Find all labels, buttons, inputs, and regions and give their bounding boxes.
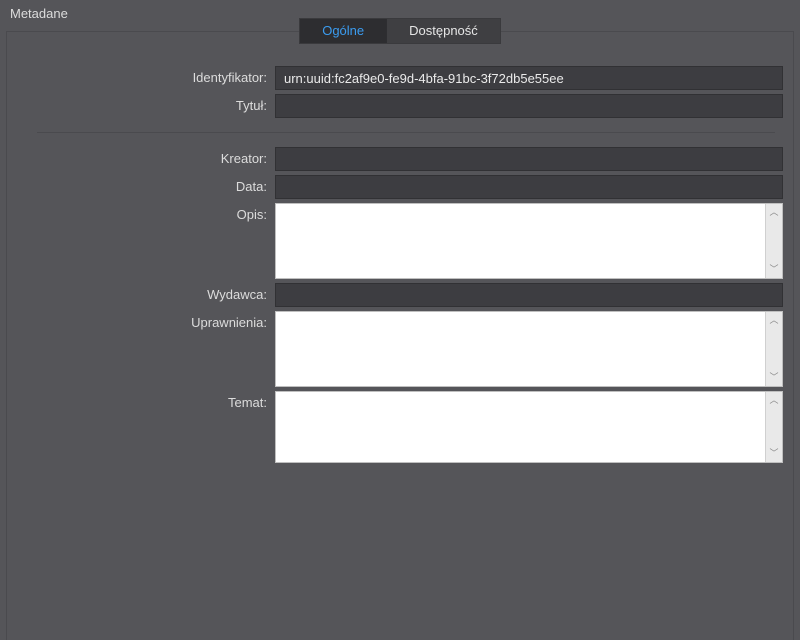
row-publisher: Wydawca: xyxy=(7,283,793,307)
tab-content-general: Identyfikator: Tytuł: Kreator: Data: xyxy=(7,32,793,463)
rights-field[interactable] xyxy=(276,312,765,386)
row-creator: Kreator: xyxy=(7,147,793,171)
row-title: Tytuł: xyxy=(7,94,793,118)
subject-field[interactable] xyxy=(276,392,765,462)
title-field[interactable] xyxy=(275,94,783,118)
tab-general[interactable]: Ogólne xyxy=(300,19,387,43)
label-description: Opis: xyxy=(7,203,275,222)
label-rights: Uprawnienia: xyxy=(7,311,275,330)
tabbar-wrap: Ogólne Dostępność xyxy=(7,18,793,44)
row-description: Opis: ︿ ﹀ xyxy=(7,203,793,279)
section-divider xyxy=(37,132,775,133)
creator-field[interactable] xyxy=(275,147,783,171)
scroll-up-icon[interactable]: ︿ xyxy=(766,204,782,221)
description-field[interactable] xyxy=(276,204,765,278)
scroll-down-icon[interactable]: ﹀ xyxy=(766,369,782,386)
tabbar: Ogólne Dostępność xyxy=(299,18,501,44)
label-title: Tytuł: xyxy=(7,94,275,113)
row-rights: Uprawnienia: ︿ ﹀ xyxy=(7,311,793,387)
row-identifier: Identyfikator: xyxy=(7,66,793,90)
label-identifier: Identyfikator: xyxy=(7,66,275,85)
description-wrap: ︿ ﹀ xyxy=(275,203,783,279)
scroll-up-icon[interactable]: ︿ xyxy=(766,392,782,409)
rights-scrollbar[interactable]: ︿ ﹀ xyxy=(765,312,782,386)
description-scrollbar[interactable]: ︿ ﹀ xyxy=(765,204,782,278)
scroll-down-icon[interactable]: ﹀ xyxy=(766,261,782,278)
rights-wrap: ︿ ﹀ xyxy=(275,311,783,387)
label-date: Data: xyxy=(7,175,275,194)
label-publisher: Wydawca: xyxy=(7,283,275,302)
publisher-field[interactable] xyxy=(275,283,783,307)
label-creator: Kreator: xyxy=(7,147,275,166)
identifier-field[interactable] xyxy=(275,66,783,90)
tab-accessibility[interactable]: Dostępność xyxy=(387,19,500,43)
subject-scrollbar[interactable]: ︿ ﹀ xyxy=(765,392,782,462)
row-date: Data: xyxy=(7,175,793,199)
subject-wrap: ︿ ﹀ xyxy=(275,391,783,463)
metadata-fieldset: Ogólne Dostępność Identyfikator: Tytuł: … xyxy=(6,31,794,640)
scroll-up-icon[interactable]: ︿ xyxy=(766,312,782,329)
scroll-down-icon[interactable]: ﹀ xyxy=(766,445,782,462)
label-subject: Temat: xyxy=(7,391,275,410)
row-subject: Temat: ︿ ﹀ xyxy=(7,391,793,463)
date-field[interactable] xyxy=(275,175,783,199)
